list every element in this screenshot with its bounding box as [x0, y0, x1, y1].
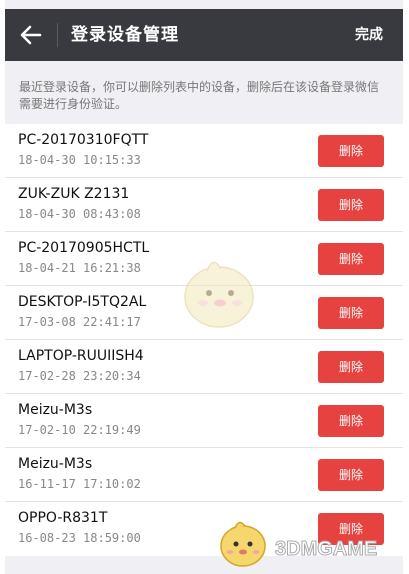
device-name: PC-20170310FQTT — [18, 132, 149, 148]
device-time: 17-02-28 23:20:34 — [18, 369, 141, 383]
device-name: LAPTOP-RUUIISH4 — [18, 348, 144, 364]
device-time: 18-04-21 16:21:38 — [18, 261, 141, 275]
watermark-logo: 3DMGAME — [215, 516, 403, 568]
screen: 登录设备管理 完成 最近登录设备，你可以删除列表中的设备，删除后在该设备登录微信… — [5, 0, 403, 574]
arrow-left-icon — [20, 25, 42, 45]
device-row: ZUK-ZUK Z2131 18-04-30 08:43:08 删除 — [5, 178, 403, 232]
done-button[interactable]: 完成 — [355, 24, 383, 46]
device-time: 16-08-23 18:59:00 — [18, 531, 141, 545]
device-time: 16-11-17 17:10:02 — [18, 477, 141, 491]
device-name: DESKTOP-I5TQ2AL — [18, 294, 147, 310]
device-time: 17-03-08 22:41:17 — [18, 315, 141, 329]
back-button[interactable] — [13, 17, 49, 53]
delete-button[interactable]: 删除 — [318, 297, 384, 329]
device-row: LAPTOP-RUUIISH4 17-02-28 23:20:34 删除 — [5, 340, 403, 394]
delete-button[interactable]: 删除 — [318, 189, 384, 221]
device-name: Meizu-M3s — [18, 456, 93, 472]
device-time: 18-04-30 08:43:08 — [18, 207, 141, 221]
delete-button[interactable]: 删除 — [318, 459, 384, 491]
delete-button[interactable]: 删除 — [318, 135, 384, 167]
device-name: OPPO-R831T — [18, 510, 108, 526]
device-time: 18-04-30 10:15:33 — [18, 153, 141, 167]
header-divider — [57, 23, 58, 47]
watermark-text: 3DMGAME — [274, 538, 378, 561]
device-row: Meizu-M3s 17-02-10 22:19:49 删除 — [5, 394, 403, 448]
device-time: 17-02-10 22:19:49 — [18, 423, 141, 437]
device-row: Meizu-M3s 16-11-17 17:10:02 删除 — [5, 448, 403, 502]
top-bar: 登录设备管理 完成 — [5, 9, 403, 61]
delete-button[interactable]: 删除 — [318, 351, 384, 383]
logo-mascot-icon — [220, 521, 266, 567]
hint-text: 最近登录设备，你可以删除列表中的设备，删除后在该设备登录微信需要进行身份验证。 — [19, 80, 380, 111]
page-title: 登录设备管理 — [71, 25, 179, 45]
device-name: PC-20170905HCTL — [18, 240, 150, 256]
device-name: ZUK-ZUK Z2131 — [18, 186, 130, 202]
delete-button[interactable]: 删除 — [318, 243, 384, 275]
device-row: PC-20170310FQTT 18-04-30 10:15:33 删除 — [5, 124, 403, 178]
mascot-icon — [184, 261, 254, 328]
device-name: Meizu-M3s — [18, 402, 93, 418]
device-list: PC-20170310FQTT 18-04-30 10:15:33 删除 ZUK… — [5, 124, 403, 556]
delete-button[interactable]: 删除 — [318, 405, 384, 437]
